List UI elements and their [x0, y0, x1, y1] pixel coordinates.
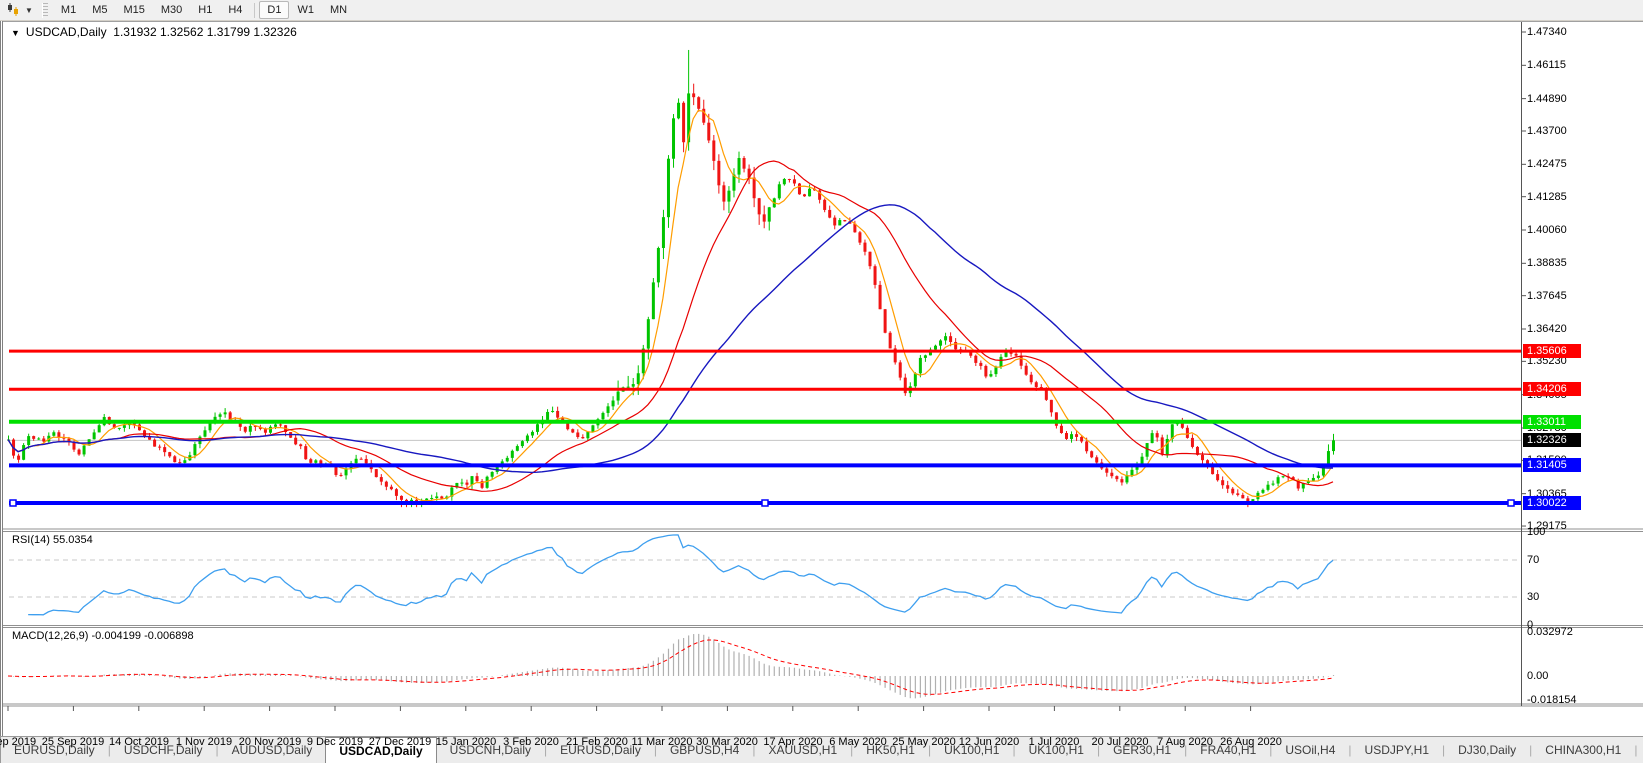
macd-axis-label: 0.00 [1527, 670, 1549, 682]
hline-handle[interactable] [761, 499, 769, 507]
macd-values: -0.004199 -0.006898 [91, 630, 194, 642]
timeframe-button-m15[interactable]: M15 [115, 1, 152, 19]
rsi-axis-label: 70 [1527, 554, 1540, 566]
rsi-axis-label: 30 [1527, 591, 1540, 603]
panel-separators [3, 21, 1643, 707]
chart-canvas[interactable] [3, 21, 1643, 736]
price-badge-1.35606: 1.35606 [1523, 344, 1581, 358]
chart-symbol-icon[interactable] [4, 2, 22, 18]
timeframe-toolbar: ▼ M1 M5 M15 M30 H1 H4 D1 W1 MN [0, 0, 1643, 21]
hline-handle[interactable] [9, 499, 17, 507]
date-label: 1 Jul 2020 [1028, 736, 1080, 748]
date-label: 1 Nov 2019 [175, 736, 233, 748]
rsi-label: RSI(14) [12, 534, 50, 546]
price-badge-1.30022: 1.30022 [1523, 496, 1581, 510]
ma-line-6 [7, 109, 1334, 502]
chart-tab-dj30-daily[interactable]: DJ30,Daily [1445, 737, 1529, 763]
toolbar-grip[interactable] [41, 2, 48, 18]
horizontal-lines-layer [9, 349, 1521, 507]
date-label: 25 May 2020 [892, 736, 956, 748]
axes-layer [7, 22, 1526, 711]
timeframe-button-d1[interactable]: D1 [259, 1, 290, 19]
price-axis-tick: 1.47340 [1527, 26, 1567, 38]
symbol-dropdown-caret[interactable]: ▼ [11, 28, 20, 38]
macd-signal-line [7, 639, 1334, 695]
timeframe-button-m5[interactable]: M5 [84, 1, 115, 19]
price-badge-1.34206: 1.34206 [1523, 382, 1581, 396]
date-label: 20 Nov 2019 [238, 736, 302, 748]
ma-line-22 [7, 160, 1334, 492]
date-label: 14 Oct 2019 [109, 736, 169, 748]
macd-layer [7, 633, 1335, 699]
date-label: 15 Jan 2020 [435, 736, 497, 748]
macd-label: MACD(12,26,9) [12, 630, 89, 642]
chart-window: ▼ USDCAD,Daily 1.31932 1.32562 1.31799 1.… [0, 21, 1643, 748]
chart-tab-usoil-h1[interactable]: USOil,H1 [1637, 737, 1643, 763]
toolbar-separator [254, 2, 256, 18]
date-label: 6 May 2020 [829, 736, 887, 748]
chart-tab-usdjpy-h1[interactable]: USDJPY,H1 [1352, 737, 1442, 763]
price-axis-tick: 1.43700 [1527, 125, 1567, 137]
price-axis-tick: 1.40060 [1527, 224, 1567, 236]
date-label: 9 Dec 2019 [306, 736, 364, 748]
date-label: 7 Aug 2020 [1157, 736, 1213, 748]
price-axis-tick: 1.44890 [1527, 93, 1567, 105]
chart-tab-china300-h1[interactable]: CHINA300,H1 [1532, 737, 1634, 763]
chart-ohlc-title: ▼ USDCAD,Daily 1.31932 1.32562 1.31799 1.… [11, 25, 297, 39]
date-label: 17 Apr 2020 [763, 736, 823, 748]
rsi-line [28, 534, 1334, 616]
rsi-layer [9, 534, 1521, 616]
rsi-value: 55.0354 [52, 534, 93, 546]
chart-ohlc-values: 1.31932 1.32562 1.31799 1.32326 [113, 25, 297, 39]
date-label: 3 Feb 2020 [503, 736, 559, 748]
date-label: 30 Mar 2020 [696, 736, 758, 748]
chart-tab-usoil-h4[interactable]: USOil,H4 [1272, 737, 1348, 763]
macd-axis-label: 0.032972 [1527, 626, 1573, 638]
date-label: 21 Feb 2020 [566, 736, 628, 748]
moving-averages-layer [7, 109, 1334, 502]
rsi-panel-title: RSI(14) 55.0354 [12, 534, 93, 546]
price-axis-tick: 1.42475 [1527, 158, 1567, 170]
price-badge-1.33011: 1.33011 [1523, 415, 1581, 429]
current-price-badge: 1.32326 [1523, 433, 1581, 447]
timeframe-button-h4[interactable]: H4 [220, 1, 250, 19]
timeframe-button-mn[interactable]: MN [322, 1, 355, 19]
hline-handle[interactable] [1507, 499, 1515, 507]
date-label: 6 Sep 2019 [0, 736, 37, 748]
price-axis-tick: 1.46115 [1527, 59, 1566, 71]
timeframe-button-m30[interactable]: M30 [153, 1, 190, 19]
chart-icon-dropdown-caret[interactable]: ▼ [25, 6, 33, 15]
timeframe-button-w1[interactable]: W1 [289, 1, 322, 19]
macd-panel-title: MACD(12,26,9) -0.004199 -0.006898 [12, 630, 194, 642]
timeframe-button-h1[interactable]: H1 [190, 1, 220, 19]
date-label: 11 Mar 2020 [631, 736, 693, 748]
date-label: 27 Dec 2019 [368, 736, 432, 748]
date-label: 25 Sep 2019 [41, 736, 105, 748]
date-label: 26 Aug 2020 [1220, 736, 1282, 748]
mt4-terminal: ▼ M1 M5 M15 M30 H1 H4 D1 W1 MN ▼ USDCAD,Daily 1.3… [0, 0, 1643, 763]
price-axis-tick: 1.37645 [1527, 290, 1567, 302]
rsi-axis-label: 100 [1527, 526, 1546, 538]
price-axis-tick: 1.38835 [1527, 257, 1567, 269]
macd-axis-label: -0.018154 [1527, 694, 1577, 706]
price-axis-tick: 1.36420 [1527, 323, 1567, 335]
timeframe-buttons: M1 M5 M15 M30 H1 H4 D1 W1 MN [53, 1, 355, 19]
chart-symbol-label: USDCAD,Daily [25, 25, 107, 39]
price-badge-1.31405: 1.31405 [1523, 458, 1581, 472]
date-label: 20 Jul 2020 [1091, 736, 1149, 748]
date-label: 12 Jun 2020 [958, 736, 1020, 748]
timeframe-button-m1[interactable]: M1 [53, 1, 84, 19]
price-axis-tick: 1.41285 [1527, 191, 1567, 203]
